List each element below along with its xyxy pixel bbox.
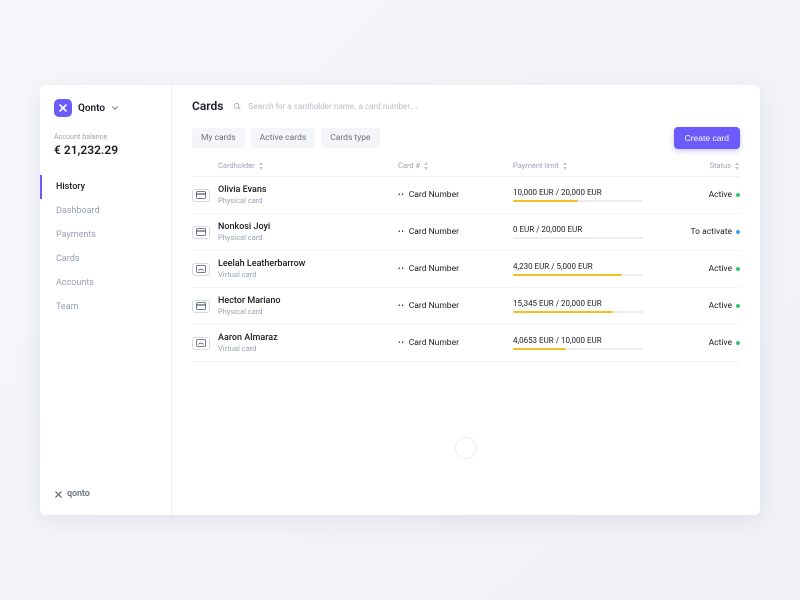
- chevron-down-icon: [111, 104, 119, 112]
- col-cardnum[interactable]: Card #: [398, 161, 513, 170]
- table-header: Cardholder Card # Payment limit Status: [192, 149, 740, 177]
- brand-name: Qonto: [78, 103, 105, 114]
- create-card-button[interactable]: Create card: [674, 127, 740, 149]
- status-badge: Active: [663, 338, 740, 348]
- footer-brand: qonto: [40, 489, 171, 505]
- search-icon: [233, 102, 242, 111]
- physical-card-icon: [192, 226, 210, 239]
- card-type: Physical card: [218, 196, 398, 205]
- status-dot-icon: [736, 230, 740, 234]
- loading-spinner: [455, 437, 477, 459]
- col-limit[interactable]: Payment limit: [513, 161, 663, 170]
- status-badge: Active: [663, 190, 740, 200]
- col-cardholder[interactable]: Cardholder: [218, 161, 398, 170]
- page-header: Cards: [192, 99, 740, 113]
- cardholder-name: Aaron Almaraz: [218, 333, 398, 343]
- sidebar-item-payments[interactable]: Payments: [40, 223, 171, 247]
- table-row[interactable]: Nonkosi JoyiPhysical card••Card Number0 …: [192, 214, 740, 251]
- sidebar-item-dashboard[interactable]: Dashboard: [40, 199, 171, 223]
- masked-card-number: ••Card Number: [398, 227, 513, 237]
- table-row[interactable]: Leelah LeatherbarrowVirtual card••Card N…: [192, 251, 740, 288]
- card-type: Virtual card: [218, 344, 398, 353]
- status-badge: To activate: [663, 227, 740, 237]
- brand-badge-icon: [54, 99, 72, 117]
- sidebar-item-team[interactable]: Team: [40, 295, 171, 319]
- sort-icon: [423, 162, 429, 170]
- card-type: Virtual card: [218, 270, 398, 279]
- card-type: Physical card: [218, 307, 398, 316]
- col-status[interactable]: Status: [663, 161, 740, 170]
- cardholder-name: Leelah Leatherbarrow: [218, 259, 398, 269]
- balance-block: Account balance € 21,232.29: [40, 129, 171, 169]
- footer-brand-text: qonto: [67, 489, 90, 499]
- search-input[interactable]: [248, 102, 740, 111]
- sort-icon: [258, 162, 264, 170]
- cardholder-name: Hector Mariano: [218, 296, 398, 306]
- sort-icon: [734, 162, 740, 170]
- sidebar-item-history[interactable]: History: [40, 175, 171, 199]
- sidebar-item-cards[interactable]: Cards: [40, 247, 171, 271]
- search-field[interactable]: [233, 102, 740, 111]
- table-body: Olivia EvansPhysical card••Card Number10…: [192, 177, 740, 362]
- masked-card-number: ••Card Number: [398, 190, 513, 200]
- masked-card-number: ••Card Number: [398, 301, 513, 311]
- status-dot-icon: [736, 304, 740, 308]
- limit-progress-bar: [513, 200, 643, 203]
- limit-progress-bar: [513, 237, 643, 240]
- status-dot-icon: [736, 193, 740, 197]
- payment-limit: 4,230 EUR / 5,000 EUR: [513, 262, 663, 277]
- cardholder-name: Nonkosi Joyi: [218, 222, 398, 232]
- qonto-logo-icon: [54, 490, 63, 499]
- balance-label: Account balance: [54, 133, 157, 141]
- filter-chip-active-cards[interactable]: Active cards: [251, 128, 316, 148]
- status-dot-icon: [736, 267, 740, 271]
- status-dot-icon: [736, 341, 740, 345]
- payment-limit: 0 EUR / 20,000 EUR: [513, 225, 663, 240]
- sort-icon: [562, 162, 568, 170]
- workspace-switcher[interactable]: Qonto: [40, 99, 171, 129]
- sidebar-item-accounts[interactable]: Accounts: [40, 271, 171, 295]
- balance-value: € 21,232.29: [54, 143, 157, 157]
- physical-card-icon: [192, 189, 210, 202]
- table-row[interactable]: Olivia EvansPhysical card••Card Number10…: [192, 177, 740, 214]
- sidebar-nav: HistoryDashboardPaymentsCardsAccountsTea…: [40, 175, 171, 319]
- filter-chip-cards-type[interactable]: Cards type: [321, 128, 379, 148]
- virtual-card-icon: [192, 337, 210, 350]
- table-row[interactable]: Hector MarianoPhysical card••Card Number…: [192, 288, 740, 325]
- filters-toolbar: My cards Active cardsCards type Create ca…: [192, 127, 740, 149]
- limit-progress-bar: [513, 348, 643, 351]
- payment-limit: 4,0653 EUR / 10,000 EUR: [513, 336, 663, 351]
- sidebar: Qonto Account balance € 21,232.29 Histor…: [40, 85, 172, 515]
- physical-card-icon: [192, 300, 210, 313]
- payment-limit: 15,345 EUR / 20,000 EUR: [513, 299, 663, 314]
- payment-limit: 10,000 EUR / 20,000 EUR: [513, 188, 663, 203]
- status-badge: Active: [663, 301, 740, 311]
- card-type: Physical card: [218, 233, 398, 242]
- app-window: Qonto Account balance € 21,232.29 Histor…: [40, 85, 760, 515]
- masked-card-number: ••Card Number: [398, 264, 513, 274]
- limit-progress-bar: [513, 274, 643, 277]
- filter-chip-my-cards[interactable]: My cards: [192, 128, 245, 148]
- status-badge: Active: [663, 264, 740, 274]
- table-row[interactable]: Aaron AlmarazVirtual card••Card Number4,…: [192, 325, 740, 362]
- cardholder-name: Olivia Evans: [218, 185, 398, 195]
- masked-card-number: ••Card Number: [398, 338, 513, 348]
- limit-progress-bar: [513, 311, 643, 314]
- virtual-card-icon: [192, 263, 210, 276]
- page-title: Cards: [192, 99, 223, 113]
